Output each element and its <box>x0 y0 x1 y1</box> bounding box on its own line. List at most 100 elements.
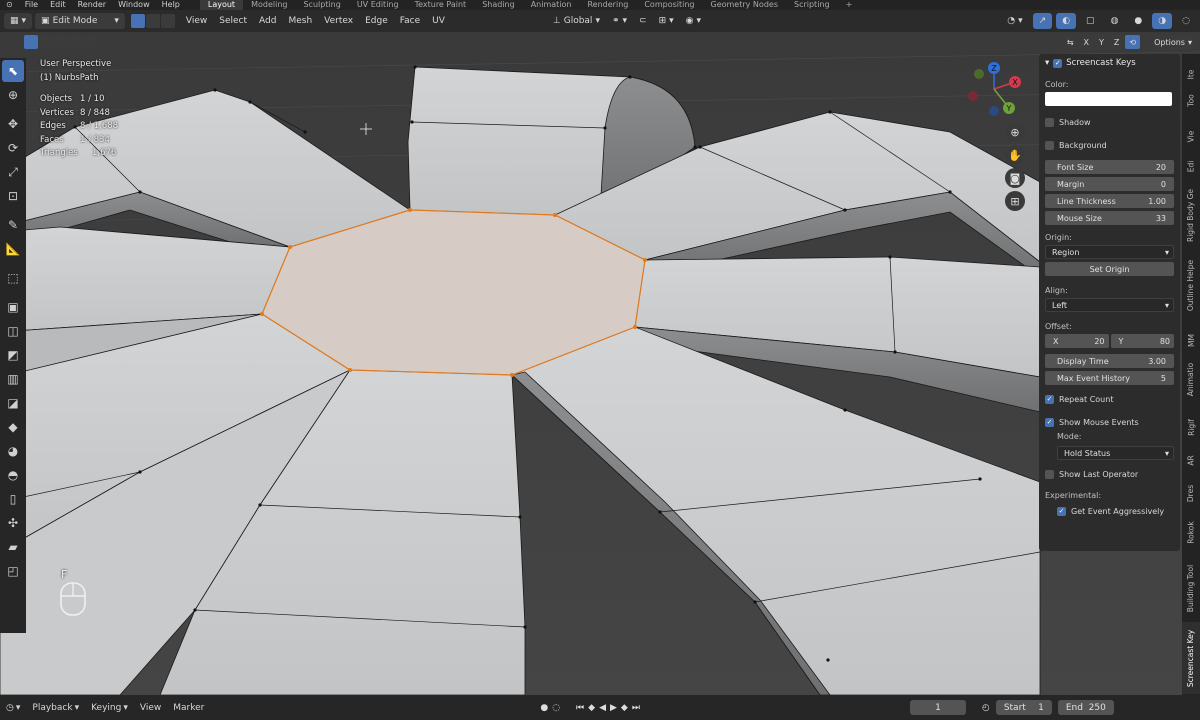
select-mode-invert-button[interactable] <box>84 35 98 49</box>
tab-dres[interactable]: Dres <box>1182 480 1200 506</box>
show-mouse-events-option[interactable]: ✓ Show Mouse Events <box>1045 414 1174 430</box>
menu-render[interactable]: Render <box>72 0 112 10</box>
select-box-tool-icon[interactable]: ⬉ <box>2 60 24 82</box>
play-icon[interactable]: ▶ <box>610 703 617 713</box>
perspective-grid-icon[interactable]: ⊞ <box>1005 191 1025 211</box>
tab-edit[interactable]: Edi <box>1182 154 1200 178</box>
snap-toggle[interactable]: ⊂ <box>633 13 653 29</box>
offset-y-field[interactable]: Y 80 <box>1110 334 1174 348</box>
menu-view[interactable]: View <box>180 13 213 29</box>
extrude-tool-icon[interactable]: ▣ <box>2 296 24 318</box>
poly-build-tool-icon[interactable]: ◆ <box>2 416 24 438</box>
pan-hand-icon[interactable]: ✋ <box>1005 145 1025 165</box>
collapse-chevron-icon[interactable]: ▾ <box>1045 58 1049 68</box>
next-keyframe-icon[interactable]: ◆ <box>621 703 628 713</box>
repeat-count-option[interactable]: ✓ Repeat Count <box>1045 391 1174 407</box>
menu-uv[interactable]: UV <box>426 13 451 29</box>
shading-rendered-button[interactable]: ◌ <box>1176 13 1196 29</box>
show-last-operator-checkbox[interactable] <box>1045 469 1054 479</box>
add-cube-tool-icon[interactable]: ⬚ <box>2 267 24 289</box>
workspace-tab-modeling[interactable]: Modeling <box>243 0 295 10</box>
record-options-icon[interactable]: ◌ <box>552 703 560 713</box>
gizmo-toggle[interactable]: ↗ <box>1032 13 1053 29</box>
annotate-tool-icon[interactable]: ✎ <box>2 214 24 236</box>
gizmo-neg-z-axis[interactable] <box>989 106 999 116</box>
gizmo-neg-y-axis[interactable] <box>974 69 984 79</box>
workspace-tab-texture-paint[interactable]: Texture Paint <box>407 0 475 10</box>
play-reverse-icon[interactable]: ◀ <box>599 703 606 713</box>
tab-rigify[interactable]: Rigif <box>1182 414 1200 440</box>
line-thickness-field[interactable]: Line Thickness 1.00 <box>1045 194 1174 208</box>
navigation-gizmo[interactable]: Z X Y <box>965 60 1023 118</box>
move-tool-icon[interactable]: ✥ <box>2 113 24 135</box>
scale-tool-icon[interactable]: ⤢ <box>2 161 24 183</box>
gizmo-neg-x-axis[interactable] <box>968 91 978 101</box>
show-last-operator-option[interactable]: Show Last Operator <box>1045 466 1174 482</box>
tab-ar[interactable]: AR <box>1182 450 1200 470</box>
jump-start-icon[interactable]: ⏮ <box>576 703 584 713</box>
tab-outline-helper[interactable]: Outline Helpe <box>1182 252 1200 318</box>
loop-cut-tool-icon[interactable]: ▥ <box>2 368 24 390</box>
shadow-checkbox[interactable] <box>1045 117 1054 127</box>
select-mode-subtract-button[interactable] <box>54 35 68 49</box>
shrink-fatten-tool-icon[interactable]: ✣ <box>2 512 24 534</box>
workspace-tab-layout[interactable]: Layout <box>199 0 244 10</box>
get-event-aggressively-option[interactable]: ✓ Get Event Aggressively <box>1045 503 1174 519</box>
timeline-view-menu[interactable]: View <box>134 703 167 713</box>
workspace-tab-rendering[interactable]: Rendering <box>579 0 636 10</box>
tab-screencast-keys[interactable]: Screencast Key <box>1182 622 1200 694</box>
show-mouse-events-checkbox[interactable]: ✓ <box>1045 417 1054 427</box>
measure-tool-icon[interactable]: 📐 <box>2 238 24 260</box>
repeat-count-checkbox[interactable]: ✓ <box>1045 394 1054 404</box>
knife-tool-icon[interactable]: ◪ <box>2 392 24 414</box>
workspace-tab-geometry-nodes[interactable]: Geometry Nodes <box>703 0 786 10</box>
shading-wireframe-button[interactable]: ◍ <box>1105 13 1125 29</box>
shading-solid-button[interactable]: ● <box>1128 13 1148 29</box>
blender-logo-icon[interactable]: ⊙ <box>0 0 19 10</box>
proportional-editing-toggle[interactable]: ◉ ▾ <box>680 13 707 29</box>
shading-material-button[interactable]: ◑ <box>1152 13 1173 29</box>
marker-menu[interactable]: Marker <box>167 703 210 713</box>
menu-vertex[interactable]: Vertex <box>318 13 359 29</box>
background-option[interactable]: Background <box>1045 137 1174 153</box>
cursor-tool-icon[interactable]: ⊕ <box>2 84 24 106</box>
margin-field[interactable]: Margin 0 <box>1045 177 1174 191</box>
options-dropdown[interactable]: Options ▾ <box>1150 35 1196 49</box>
mode-dropdown[interactable]: ▣ Edit Mode ▾ <box>35 13 125 29</box>
select-mode-new-button[interactable] <box>24 35 38 49</box>
workspace-tab-sculpting[interactable]: Sculpting <box>295 0 348 10</box>
menu-edge[interactable]: Edge <box>359 13 394 29</box>
shadow-option[interactable]: Shadow <box>1045 114 1174 130</box>
auto-merge-icon[interactable]: ⟲ <box>1125 35 1141 49</box>
tab-view[interactable]: Vie <box>1182 124 1200 148</box>
bevel-tool-icon[interactable]: ◩ <box>2 344 24 366</box>
color-swatch[interactable] <box>1045 92 1172 106</box>
workspace-tab-shading[interactable]: Shading <box>474 0 523 10</box>
start-frame-field[interactable]: Start 1 <box>995 700 1052 715</box>
menu-file[interactable]: File <box>19 0 44 10</box>
rip-tool-icon[interactable]: ◰ <box>2 560 24 582</box>
menu-window[interactable]: Window <box>112 0 156 10</box>
editor-type-dropdown[interactable]: ▦ ▾ <box>4 13 33 29</box>
tab-mm[interactable]: MM <box>1182 330 1200 350</box>
workspace-tab-uv-editing[interactable]: UV Editing <box>349 0 407 10</box>
panel-header[interactable]: ▾ ✓ Screencast Keys <box>1045 54 1174 72</box>
menu-help[interactable]: Help <box>156 0 186 10</box>
edge-slide-tool-icon[interactable]: ▯ <box>2 488 24 510</box>
max-event-history-field[interactable]: Max Event History 5 <box>1045 371 1174 385</box>
zoom-icon[interactable]: ⊕ <box>1005 122 1025 142</box>
mouse-mode-dropdown[interactable]: Hold Status ▾ <box>1057 446 1174 460</box>
vertex-select-button[interactable] <box>130 14 145 28</box>
shear-tool-icon[interactable]: ▰ <box>2 536 24 558</box>
offset-x-field[interactable]: X 20 <box>1045 334 1109 348</box>
visibility-dropdown[interactable]: ◔ ▾ <box>1001 13 1028 29</box>
menu-face[interactable]: Face <box>394 13 426 29</box>
background-checkbox[interactable] <box>1045 140 1054 150</box>
spin-tool-icon[interactable]: ◕ <box>2 440 24 462</box>
tab-rokok[interactable]: Rokok <box>1182 516 1200 548</box>
mouse-size-field[interactable]: Mouse Size 33 <box>1045 211 1174 225</box>
tab-building-tool[interactable]: Building Tool <box>1182 558 1200 618</box>
stopwatch-icon[interactable]: ◴ <box>976 703 996 713</box>
record-icon[interactable]: ● <box>540 703 548 713</box>
font-size-field[interactable]: Font Size 20 <box>1045 160 1174 174</box>
